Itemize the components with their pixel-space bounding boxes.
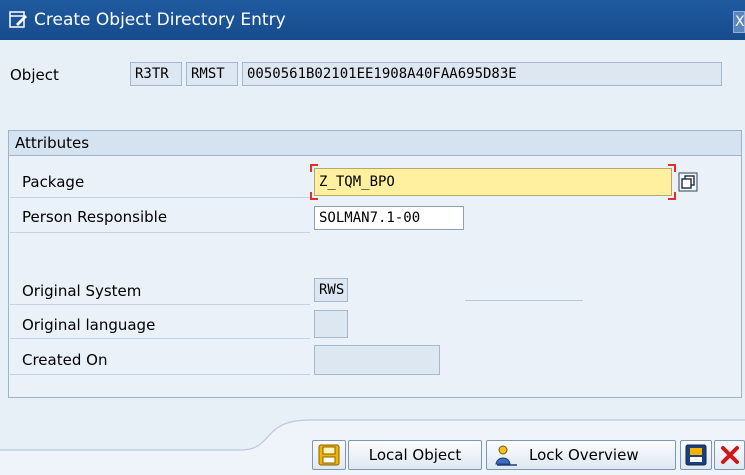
- original-system-field: RWS: [314, 278, 348, 302]
- transport-button[interactable]: [680, 440, 712, 470]
- window-title: Create Object Directory Entry: [34, 10, 286, 30]
- object-pgmid-field: R3TR: [130, 62, 182, 86]
- required-marker: [310, 164, 318, 172]
- value-help-icon[interactable]: [678, 172, 698, 192]
- lock-overview-label: Lock Overview: [529, 446, 639, 464]
- lock-overview-button[interactable]: Lock Overview: [486, 440, 676, 470]
- object-type-field: RMST: [186, 62, 238, 86]
- save-button[interactable]: [312, 440, 346, 470]
- transport-icon: [685, 444, 707, 466]
- required-marker: [668, 192, 676, 200]
- created-on-field: [314, 345, 440, 375]
- save-icon: [318, 444, 340, 466]
- object-label: Object: [10, 66, 59, 84]
- package-input[interactable]: Z_TQM_BPO: [314, 168, 672, 196]
- original-system-label: Original System: [22, 282, 142, 300]
- package-row-line: [10, 197, 310, 198]
- local-object-label: Local Object: [368, 446, 462, 464]
- separator-line: [465, 300, 583, 301]
- attributes-heading: Attributes: [15, 134, 90, 152]
- orig-system-row-line: [10, 304, 310, 305]
- attributes-header: Attributes: [8, 130, 742, 156]
- window-titlebar: Create Object Directory Entry X: [0, 0, 745, 40]
- person-row-line: [10, 232, 310, 233]
- local-object-button[interactable]: Local Object: [348, 440, 482, 470]
- created-on-label: Created On: [22, 351, 108, 369]
- cancel-icon: [720, 446, 739, 464]
- orig-lang-row-line: [10, 338, 310, 339]
- required-marker: [310, 192, 318, 200]
- package-label: Package: [22, 173, 85, 191]
- original-language-label: Original language: [22, 316, 156, 334]
- cancel-button[interactable]: [714, 440, 745, 470]
- lock-overview-icon: [495, 445, 517, 466]
- close-button[interactable]: X: [733, 11, 745, 33]
- original-language-field: [314, 310, 348, 338]
- object-name-field: 0050561B02101EE1908A40FAA695D83E: [242, 62, 722, 86]
- person-responsible-label: Person Responsible: [22, 208, 168, 226]
- edit-icon: [9, 11, 27, 28]
- required-marker: [668, 164, 676, 172]
- created-on-row-line: [10, 374, 310, 375]
- person-responsible-input[interactable]: SOLMAN7.1-00: [314, 206, 464, 230]
